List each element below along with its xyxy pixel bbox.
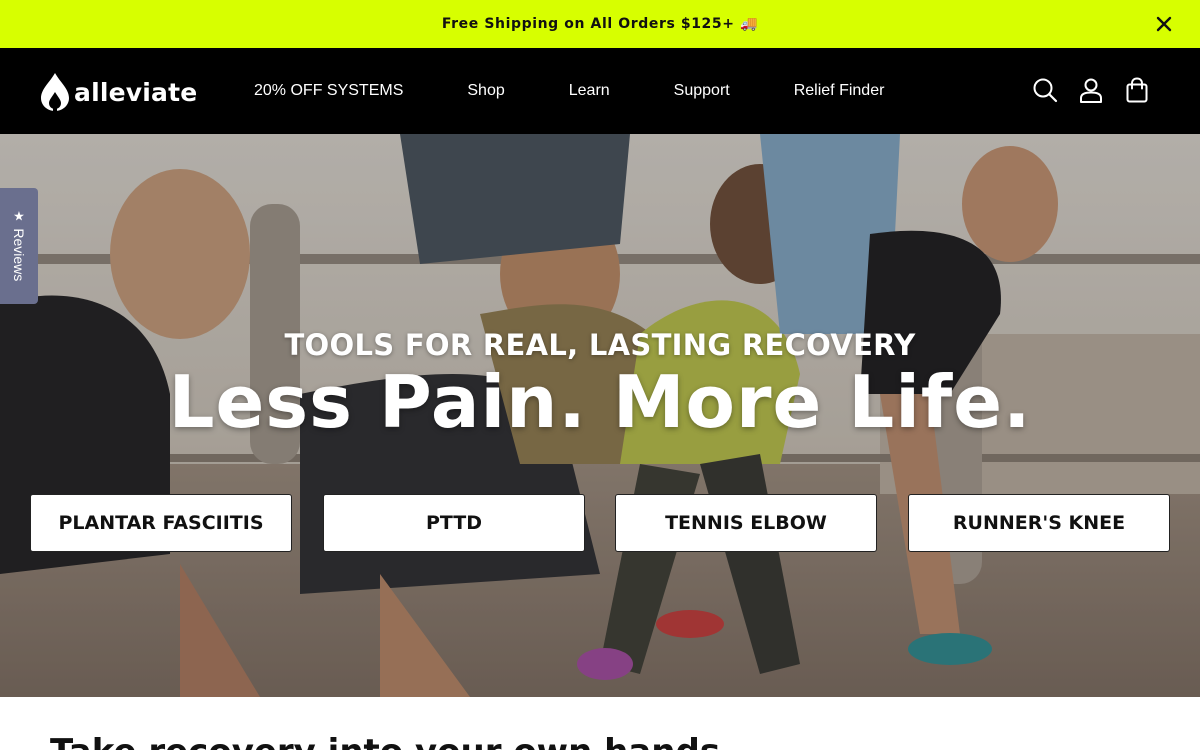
plantar-fasciitis-button[interactable]: PLANTAR FASCIITIS <box>30 494 292 552</box>
reviews-tab-content: ★ Reviews <box>11 208 27 282</box>
flame-drop-logo-icon <box>41 73 69 112</box>
hero-banner: TOOLS FOR REAL, LASTING RECOVERY Less Pa… <box>0 134 1200 697</box>
site-header: alleviate 20% OFF SYSTEMS Shop Learn Sup… <box>0 48 1200 134</box>
pttd-button[interactable]: PTTD <box>323 494 585 552</box>
tennis-elbow-button[interactable]: TENNIS ELBOW <box>615 494 877 552</box>
announcement-bar: Free Shipping on All Orders $125+ 🚚 <box>0 0 1200 48</box>
reviews-tab[interactable]: ★ Reviews <box>0 188 38 304</box>
hero-headline: Less Pain. More Life. <box>168 360 1032 444</box>
nav-item-support[interactable]: Support <box>674 82 730 100</box>
cart-icon[interactable] <box>1124 77 1150 103</box>
hero-eyebrow: TOOLS FOR REAL, LASTING RECOVERY <box>284 328 916 362</box>
announcement-text: Free Shipping on All Orders $125+ 🚚 <box>441 16 759 32</box>
nav-item-shop[interactable]: Shop <box>467 82 504 100</box>
logo[interactable]: alleviate <box>40 70 197 114</box>
section-title: Take recovery into your own hands <box>50 732 720 750</box>
close-icon[interactable] <box>1154 14 1174 34</box>
search-icon[interactable] <box>1032 77 1058 103</box>
main-nav: 20% OFF SYSTEMS Shop Learn Support Relie… <box>254 48 884 134</box>
account-icon[interactable] <box>1078 77 1104 103</box>
reviews-tab-label: Reviews <box>11 228 27 282</box>
condition-buttons: PLANTAR FASCIITIS PTTD TENNIS ELBOW RUNN… <box>30 494 1170 552</box>
nav-item-relief-finder[interactable]: Relief Finder <box>794 82 885 100</box>
header-icons <box>1032 77 1150 103</box>
nav-item-systems-sale[interactable]: 20% OFF SYSTEMS <box>254 82 403 100</box>
logo-wordmark: alleviate <box>74 77 198 107</box>
runners-knee-button[interactable]: RUNNER'S KNEE <box>908 494 1170 552</box>
star-icon: ★ <box>13 208 25 224</box>
nav-item-learn[interactable]: Learn <box>569 82 610 100</box>
